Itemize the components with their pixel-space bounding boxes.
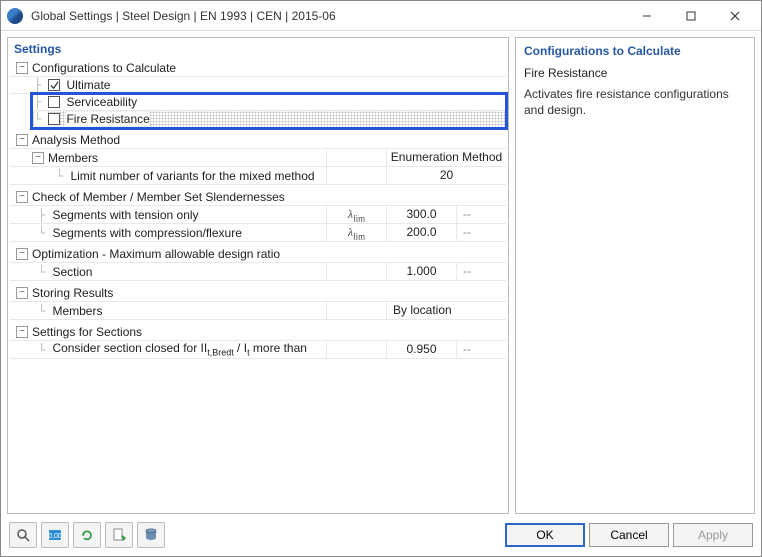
settings-title: Settings <box>8 38 508 60</box>
info-title: Configurations to Calculate <box>524 44 746 58</box>
search-tool-button[interactable] <box>9 522 37 548</box>
sections-closed-label[interactable]: Consider section closed for IIt,Bredt / … <box>52 341 307 357</box>
database-tool-button[interactable] <box>137 522 165 548</box>
units-tool-button[interactable]: 0,00 <box>41 522 69 548</box>
option-fire-resistance[interactable]: Fire Resistance <box>66 112 149 126</box>
slenderness-compression[interactable]: Segments with compression/flexure <box>52 226 241 240</box>
expander-icon[interactable]: − <box>16 326 28 338</box>
tree-line: └ <box>38 343 52 357</box>
maximize-button[interactable] <box>669 2 713 30</box>
ok-button[interactable]: OK <box>505 523 585 547</box>
svg-text:0,00: 0,00 <box>48 533 62 540</box>
app-icon <box>7 8 23 24</box>
settings-panel: Settings − Configurations to Calculate ├… <box>7 37 509 514</box>
expander-icon[interactable]: − <box>16 287 28 299</box>
analysis-limit-variants[interactable]: Limit number of variants for the mixed m… <box>70 169 314 183</box>
tree-line: └ <box>38 304 52 318</box>
value-limit-variants[interactable]: 20 <box>386 167 506 184</box>
storing-members[interactable]: Members <box>52 304 102 318</box>
titlebar: Global Settings | Steel Design | EN 1993… <box>1 1 761 31</box>
value-compression[interactable]: 200.0 <box>386 224 456 241</box>
expander-icon[interactable]: − <box>16 248 28 260</box>
report-tool-button[interactable] <box>105 522 133 548</box>
checkbox-ultimate[interactable] <box>48 79 60 91</box>
analysis-members[interactable]: Members <box>48 151 98 165</box>
settings-tree: − Configurations to Calculate ├ Ultimate… <box>8 60 508 513</box>
group-storing: Storing Results <box>32 286 113 300</box>
tree-line: ├ <box>34 95 48 109</box>
cancel-button[interactable]: Cancel <box>589 523 669 547</box>
info-description: Activates fire resistance configurations… <box>524 86 746 118</box>
button-bar: 0,00 OK Cancel Apply <box>1 516 761 556</box>
apply-button[interactable]: Apply <box>673 523 753 547</box>
window-title: Global Settings | Steel Design | EN 1993… <box>31 9 625 23</box>
unit-sections-closed: -- <box>456 341 506 358</box>
group-analysis: Analysis Method <box>32 133 120 147</box>
info-heading: Fire Resistance <box>524 66 746 80</box>
group-configs: Configurations to Calculate <box>32 61 176 75</box>
optimization-section[interactable]: Section <box>52 265 92 279</box>
group-slenderness: Check of Member / Member Set Slenderness… <box>32 190 285 204</box>
dialog-window: Global Settings | Steel Design | EN 1993… <box>0 0 762 557</box>
option-ultimate[interactable]: Ultimate <box>66 78 110 92</box>
expander-icon[interactable]: − <box>16 134 28 146</box>
column-header-enum: Enumeration Method <box>386 149 506 166</box>
expander-icon[interactable]: − <box>16 62 28 74</box>
expander-icon[interactable]: − <box>32 152 44 164</box>
slenderness-tension[interactable]: Segments with tension only <box>52 208 198 222</box>
expander-icon[interactable]: − <box>16 191 28 203</box>
value-tension[interactable]: 300.0 <box>386 206 456 223</box>
close-button[interactable] <box>713 2 757 30</box>
refresh-tool-button[interactable] <box>73 522 101 548</box>
unit-optimization: -- <box>456 263 506 280</box>
tree-line: └ <box>38 265 52 279</box>
tree-line: └ <box>38 226 52 240</box>
minimize-button[interactable] <box>625 2 669 30</box>
option-serviceability[interactable]: Serviceability <box>66 95 137 109</box>
checkbox-serviceability[interactable] <box>48 96 60 108</box>
group-optimization: Optimization - Maximum allowable design … <box>32 247 280 261</box>
value-sections-closed[interactable]: 0.950 <box>386 341 456 358</box>
unit-tension: -- <box>456 206 506 223</box>
tree-line: ├ <box>38 208 52 222</box>
info-panel: Configurations to Calculate Fire Resista… <box>515 37 755 514</box>
unit-compression: -- <box>456 224 506 241</box>
group-sections: Settings for Sections <box>32 325 142 339</box>
tree-line: └ <box>56 169 70 183</box>
tree-line: └ <box>34 112 48 126</box>
lambda-lim-symbol: λlim <box>348 207 365 221</box>
lambda-lim-symbol: λlim <box>348 225 365 239</box>
value-storing[interactable]: By location <box>386 302 506 319</box>
tree-line: ├ <box>34 78 48 92</box>
checkbox-fire-resistance[interactable] <box>48 113 60 125</box>
value-optimization[interactable]: 1.000 <box>386 263 456 280</box>
